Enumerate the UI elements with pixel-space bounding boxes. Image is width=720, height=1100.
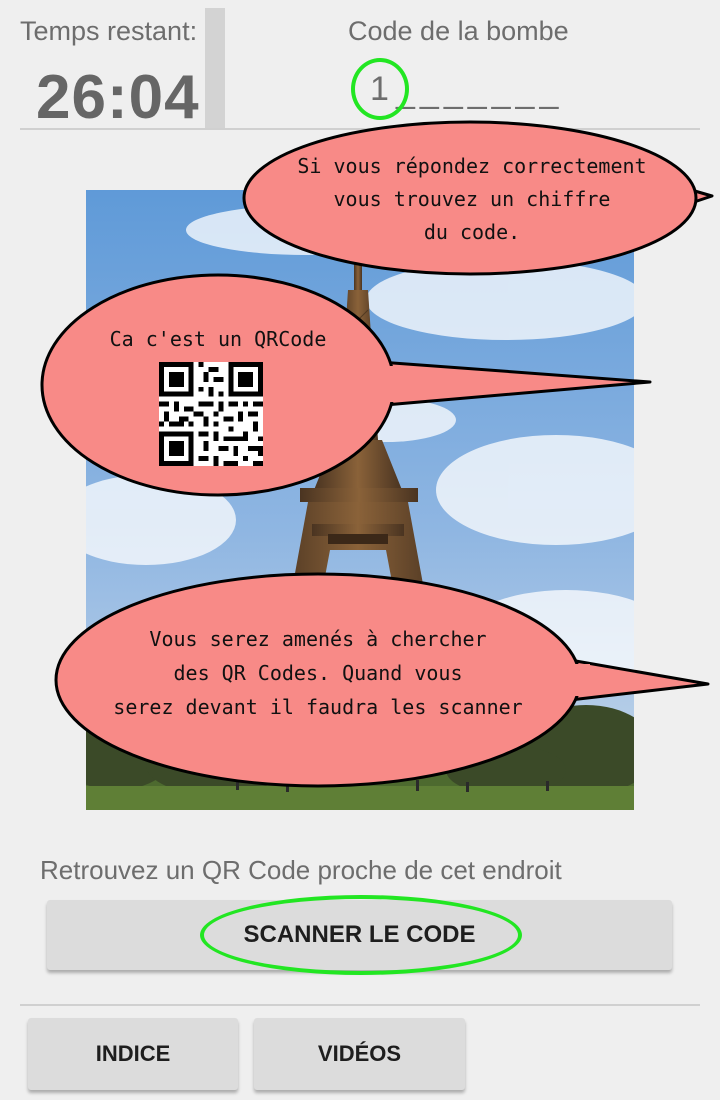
- bubble-top-text: Si vous répondez correctement vous trouv…: [297, 154, 647, 244]
- hint-button[interactable]: INDICE: [28, 1018, 238, 1090]
- videos-button[interactable]: VIDÉOS: [254, 1018, 465, 1090]
- bottom-divider: [20, 1004, 700, 1006]
- speech-bubble-middle: [40, 273, 652, 497]
- hint-text: Retrouvez un QR Code proche de cet endro…: [40, 855, 562, 885]
- bubble-bottom-text: Vous serez amenés à chercher des QR Code…: [113, 627, 523, 719]
- scan-code-button[interactable]: SCANNER LE CODE: [47, 900, 672, 970]
- bubble-middle-text: Ca c'est un QRCode: [109, 327, 327, 351]
- qr-code-icon: [159, 362, 263, 466]
